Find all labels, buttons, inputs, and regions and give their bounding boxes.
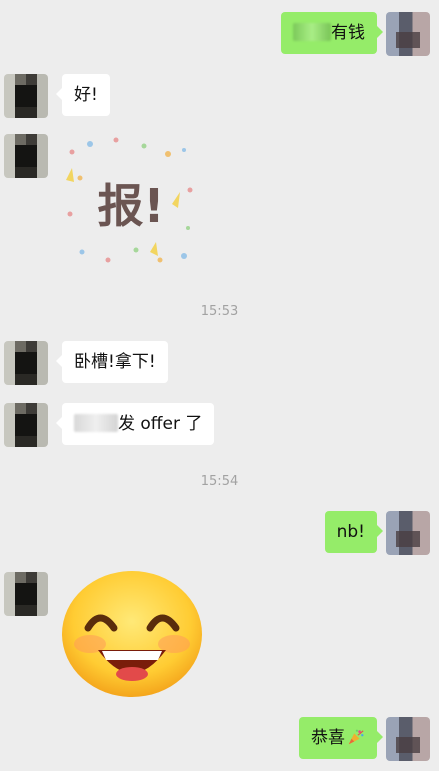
- message-text: 有钱: [331, 23, 365, 43]
- avatar-self[interactable]: [386, 12, 430, 56]
- redacted-text: [74, 413, 118, 432]
- message-text: 卧槽!拿下!: [74, 352, 156, 372]
- avatar-contact[interactable]: [4, 572, 48, 616]
- avatar-contact[interactable]: [4, 341, 48, 385]
- message-text: 好!: [74, 85, 98, 105]
- message-text: 恭喜: [311, 728, 345, 748]
- redacted-text: [293, 22, 331, 41]
- message-text: 发 offer 了: [118, 414, 203, 434]
- message-bubble-outgoing[interactable]: nb!: [324, 511, 384, 553]
- laughing-emoji[interactable]: [60, 570, 204, 700]
- timestamp: 15:54: [200, 474, 239, 489]
- avatar-contact[interactable]: [4, 134, 48, 178]
- avatar-self[interactable]: [386, 511, 430, 555]
- message-bubble-incoming[interactable]: 发 offer 了: [55, 403, 215, 445]
- avatar-self[interactable]: [386, 717, 430, 761]
- chat-history[interactable]: 有钱 好! 报! 15:53 卧槽!拿下! 发 offer 了 15:54 nb…: [0, 0, 439, 771]
- avatar-contact[interactable]: [4, 74, 48, 118]
- avatar-contact[interactable]: [4, 403, 48, 447]
- bao-sticker[interactable]: 报!: [60, 132, 202, 274]
- message-text: nb!: [336, 522, 365, 542]
- party-popper-icon: [348, 729, 364, 744]
- message-bubble-incoming[interactable]: 卧槽!拿下!: [56, 341, 168, 383]
- message-bubble-incoming[interactable]: 好!: [56, 74, 110, 116]
- message-bubble-outgoing[interactable]: 恭喜: [299, 717, 383, 759]
- timestamp: 15:53: [200, 304, 239, 319]
- message-bubble-outgoing[interactable]: 有钱: [281, 12, 383, 54]
- sticker-text: 报!: [98, 179, 165, 233]
